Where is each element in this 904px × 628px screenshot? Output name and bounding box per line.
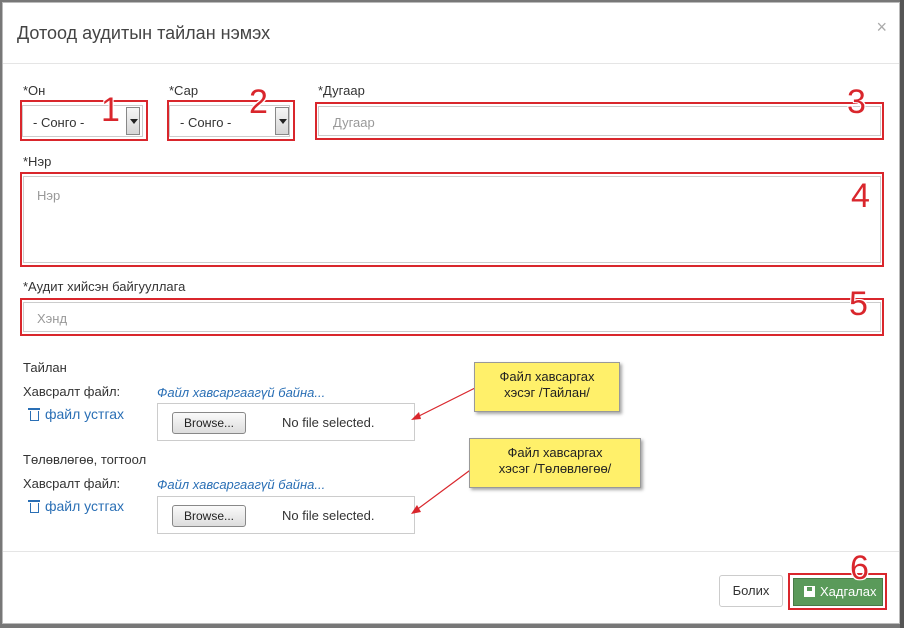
arrow-head-plan [411,505,421,514]
note-plan-line-2: хэсэг /Төлөвлөгөө/ [498,461,612,476]
arrow-plan [414,467,474,512]
note-plan-line-1: Файл хавсаргах [507,445,603,460]
add-audit-modal: Дотоод аудитын тайлан нэмэх × *Он - Сонг… [2,2,900,624]
arrow-report [414,387,476,419]
marker-6: 6 [850,549,869,587]
highlight-box-6 [788,573,887,610]
callout-arrows [411,387,476,514]
cancel-button[interactable]: Болих [719,575,783,607]
callout-note-report: Файл хавсаргах хэсэг /Тайлан/ [474,362,620,412]
modal-footer-divider [3,551,899,552]
note-report-line-1: Файл хавсаргах [499,369,595,384]
note-report-line-2: хэсэг /Тайлан/ [504,385,590,400]
callout-note-plan: Файл хавсаргах хэсэг /Төлөвлөгөө/ [469,438,641,488]
arrow-head-report [411,412,421,420]
